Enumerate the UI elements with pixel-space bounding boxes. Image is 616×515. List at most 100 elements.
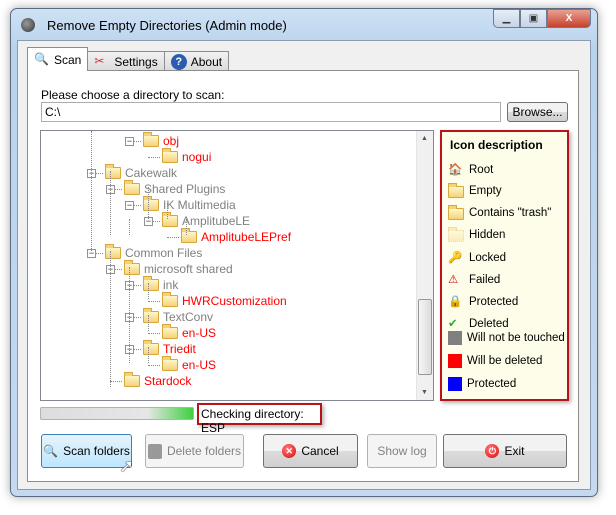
tree-node[interactable]: obj	[143, 132, 180, 149]
folder-tree[interactable]: ▲ ▼ − obj nogui − Cakewalk − Shared Plugins − IK…	[40, 130, 434, 401]
tree-node[interactable]: nogui	[162, 148, 211, 165]
tree-connector	[91, 131, 92, 251]
folder-icon	[162, 356, 178, 371]
legend-label: Will not be touched	[467, 332, 565, 344]
collapse-toggle[interactable]: −	[125, 137, 134, 146]
tree-connector	[148, 333, 160, 334]
tree-node-label: ink	[163, 278, 179, 292]
exit-button[interactable]: ⏻ Exit	[443, 434, 567, 468]
legend-label: Locked	[469, 252, 507, 264]
icon-description-panel: Icon description 🏠 Root Empty Contains "tra…	[440, 130, 569, 401]
tools-icon: ✂	[94, 53, 105, 68]
color-swatch	[448, 354, 462, 368]
maximize-button[interactable]: ▣	[520, 9, 547, 28]
tree-node[interactable]: HWRCustomization	[162, 292, 287, 309]
minimize-button[interactable]: ▁	[493, 9, 520, 28]
client-area: 🔍 Scan ✂ Settings ? About Please choose a d…	[17, 40, 591, 490]
tree-connector	[110, 251, 111, 387]
tree-node[interactable]: Triedit	[143, 340, 196, 357]
directory-label: Please choose a directory to scan:	[41, 88, 225, 102]
tree-node[interactable]: Stardock	[124, 372, 192, 389]
folder-icon	[448, 183, 464, 198]
mouse-cursor-icon: ➚	[119, 456, 135, 476]
tree-node[interactable]: en-US	[162, 356, 217, 373]
scroll-up-arrow[interactable]: ▲	[421, 135, 428, 142]
tree-node-label: HWRCustomization	[182, 294, 287, 308]
button-label: Cancel	[301, 444, 339, 458]
lock-icon: 🔒	[448, 296, 463, 308]
collapse-toggle[interactable]: −	[125, 201, 134, 210]
tree-node[interactable]: Cakewalk	[105, 164, 177, 181]
tree-node-label: microsoft shared	[144, 262, 233, 276]
legend-title: Icon description	[450, 138, 543, 152]
folder-icon	[181, 228, 197, 243]
tree-connector	[167, 237, 179, 238]
tree-node-label: obj	[163, 134, 180, 148]
folder-icon	[162, 148, 178, 163]
window-title: Remove Empty Directories (Admin mode)	[47, 18, 287, 33]
tree-node-label: en-US	[182, 358, 217, 372]
folder-icon	[162, 324, 178, 339]
tree-node[interactable]: TextConv	[143, 308, 213, 325]
magnifier-icon: 🔍	[34, 51, 49, 66]
folder-icon	[143, 196, 159, 211]
browse-button[interactable]: Browse...	[507, 102, 568, 122]
legend-item: ✔ Deleted	[448, 316, 509, 332]
color-swatch	[448, 377, 462, 391]
tab-scan[interactable]: 🔍 Scan	[27, 47, 89, 71]
tree-node[interactable]: Shared Plugins	[124, 180, 225, 197]
close-icon: X	[565, 13, 573, 24]
minimize-icon: ▁	[502, 13, 511, 24]
tree-connector	[129, 219, 130, 235]
legend-label: Will be deleted	[467, 355, 543, 367]
folder-icon	[143, 340, 159, 355]
color-swatch	[448, 331, 462, 345]
tree-node[interactable]: microsoft shared	[124, 260, 233, 277]
tree-node[interactable]: AmplitubeLE	[162, 212, 250, 229]
folder-icon	[143, 276, 159, 291]
home-icon: 🏠	[448, 164, 463, 176]
tree-connector	[186, 219, 187, 235]
app-icon	[21, 18, 35, 32]
scan-panel: Please choose a directory to scan: Brows…	[27, 70, 579, 482]
tree-node-label: Common Files	[125, 246, 203, 260]
tree-node-label: IK Multimedia	[163, 198, 236, 212]
trash-icon	[147, 443, 162, 459]
tree-node[interactable]: IK Multimedia	[143, 196, 236, 213]
tab-strip: 🔍 Scan ✂ Settings ? About	[27, 47, 230, 71]
maximize-icon: ▣	[528, 13, 539, 24]
close-button[interactable]: X	[547, 9, 591, 28]
scroll-down-arrow[interactable]: ▼	[421, 389, 428, 396]
legend-item: Contains "trash"	[448, 205, 551, 220]
legend-item: Hidden	[448, 227, 505, 242]
legend-label: Root	[469, 164, 494, 176]
folder-icon	[105, 244, 121, 259]
magnifier-icon: 🔍	[43, 444, 59, 458]
button-label: Delete folders	[166, 444, 242, 458]
tree-node[interactable]: AmplitubeLEPref	[181, 228, 292, 245]
tree-node[interactable]: Common Files	[105, 244, 203, 261]
tree-node-label: Stardock	[144, 374, 192, 388]
delete-folders-button[interactable]: Delete folders	[145, 434, 244, 468]
status-text: Checking directory: ESP	[197, 403, 322, 435]
legend-label: Protected	[469, 296, 519, 308]
scrollbar-thumb[interactable]	[418, 299, 432, 375]
tab-label: About	[190, 54, 223, 69]
legend-item: 🏠 Root	[448, 162, 493, 178]
folder-icon	[124, 180, 140, 195]
show-log-button[interactable]: Show log	[367, 434, 437, 468]
tree-node-label: AmplitubeLEPref	[201, 230, 292, 244]
tab-about[interactable]: ? About	[163, 51, 230, 71]
legend-item: 🔒 Protected	[448, 294, 518, 310]
tab-settings[interactable]: ✂ Settings	[87, 51, 165, 71]
locked-folder-icon: 🔑	[448, 252, 463, 264]
checkmark-icon: ✔	[448, 318, 458, 330]
hidden-folder-icon	[448, 227, 464, 242]
folder-icon	[124, 260, 140, 275]
folder-trash-icon	[448, 205, 464, 220]
cancel-button[interactable]: ✕ Cancel	[263, 434, 358, 468]
tree-scrollbar[interactable]: ▲ ▼	[416, 131, 433, 400]
tree-node[interactable]: en-US	[162, 324, 216, 341]
directory-input[interactable]	[41, 102, 501, 122]
tree-connector	[148, 315, 149, 331]
